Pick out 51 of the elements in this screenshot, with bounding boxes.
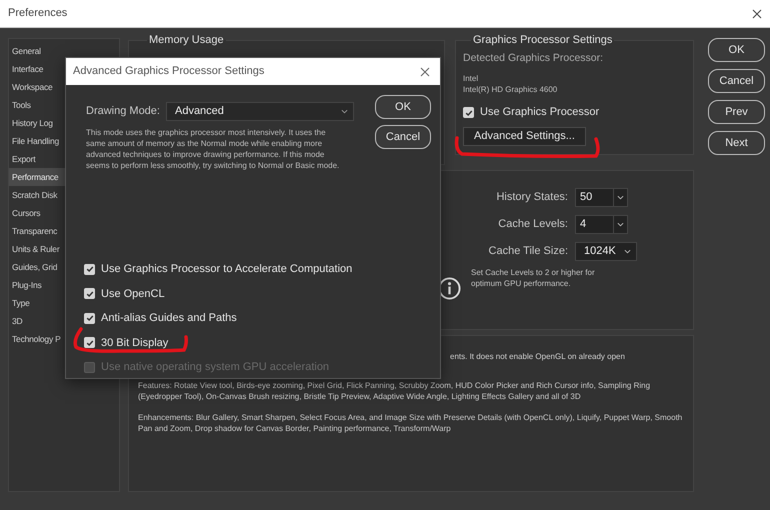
dialog-button[interactable]: Cancel bbox=[708, 69, 765, 93]
panel-title: Memory Usage bbox=[148, 33, 225, 48]
checkbox-label: Use Graphics Processor bbox=[480, 105, 600, 120]
checkbox[interactable] bbox=[463, 107, 474, 118]
dialog-button[interactable]: Prev bbox=[708, 100, 765, 124]
checkbox[interactable] bbox=[84, 337, 95, 348]
chevron-down-icon bbox=[624, 249, 631, 254]
description-text: Enhancements: Blur Gallery, Smart Sharpen, Select Focus Area, and Image Size with Preserve Details (with OpenCL only), Liquify, Puppet Warp, Smooth Pan and Zoom, Drop shadow for Canvas Border, Painting performance, Transform/Warp bbox=[138, 412, 684, 434]
field-label: Drawing Mode: bbox=[86, 104, 160, 120]
chevron-down-icon bbox=[340, 109, 348, 114]
field-label: History States: bbox=[496, 190, 568, 206]
check-icon bbox=[86, 314, 94, 322]
sidebar-item[interactable]: General bbox=[9, 42, 119, 60]
window-title: Preferences bbox=[8, 6, 68, 22]
close-icon[interactable] bbox=[752, 8, 762, 18]
checkbox-label: Use Graphics Processor to Accelerate Computation bbox=[101, 262, 352, 277]
field-label: Cache Tile Size: bbox=[488, 244, 568, 260]
dropdown-field[interactable]: 4 bbox=[575, 215, 628, 234]
field-label: Cache Levels: bbox=[498, 217, 568, 232]
dialog-title: Advanced Graphics Processor Settings bbox=[73, 64, 264, 80]
close-icon[interactable] bbox=[420, 66, 430, 76]
dialog-button[interactable]: OK bbox=[708, 38, 765, 62]
check-icon bbox=[86, 265, 94, 274]
info-note: Set Cache Levels to 2 or higher for optimum GPU performance. bbox=[471, 267, 596, 289]
check-icon bbox=[86, 290, 94, 298]
dropdown-field[interactable]: 50 bbox=[575, 188, 628, 207]
checkbox-label: Use OpenCL bbox=[101, 286, 165, 302]
dialog-button[interactable]: Next bbox=[708, 131, 765, 155]
info-icon bbox=[438, 277, 461, 300]
dropdown-field[interactable]: Advanced bbox=[166, 102, 354, 121]
checkbox[interactable] bbox=[84, 312, 95, 324]
chevron-down-icon bbox=[617, 222, 624, 227]
checkbox[interactable] bbox=[84, 288, 95, 300]
dialog-button[interactable]: Cancel bbox=[375, 125, 431, 149]
advanced-settings-button[interactable]: Advanced Settings... bbox=[463, 126, 586, 146]
check-icon bbox=[86, 338, 94, 347]
chevron-down-icon bbox=[617, 195, 624, 200]
description-text: This mode uses the graphics processor most intensively. It uses the same amount of memory as the Normal mode while enabling more advanced techniques to improve drawing performance. If this mode seems to perform less smoothly, try switching to Normal or Basic mode. bbox=[86, 127, 340, 171]
panel-title: Graphics Processor Settings bbox=[472, 33, 614, 48]
dropdown-field[interactable]: 1024K bbox=[575, 242, 637, 261]
checkbox[interactable] bbox=[84, 264, 95, 275]
checkbox-label: Use native operating system GPU acceleration bbox=[101, 360, 330, 375]
checkbox-label: Anti-alias Guides and Paths bbox=[101, 311, 237, 326]
check-icon bbox=[464, 108, 472, 116]
dialog-button[interactable]: OK bbox=[375, 95, 431, 119]
gpu-model: Intel(R) HD Graphics 4600 bbox=[463, 84, 558, 96]
description-text: ents. It does not enable OpenGL on already open bbox=[449, 351, 626, 362]
checkbox-label: 30 Bit Display bbox=[101, 336, 168, 350]
description-text: Features: Rotate View tool, Birds-eye zooming, Pixel Grid, Flick Panning, Scrubby Zoom, HUD Color Picker and Rich Cursor info, Sampling Ring (Eyedropper Tool), On-Canvas Brush resizing, Bristle Tip Preview, Adaptive Wide Angle, Lighting Effects Gallery and all of 3D bbox=[138, 380, 652, 402]
detected-label: Detected Graphics Processor: bbox=[463, 50, 604, 66]
gpu-vendor: Intel bbox=[463, 73, 478, 84]
